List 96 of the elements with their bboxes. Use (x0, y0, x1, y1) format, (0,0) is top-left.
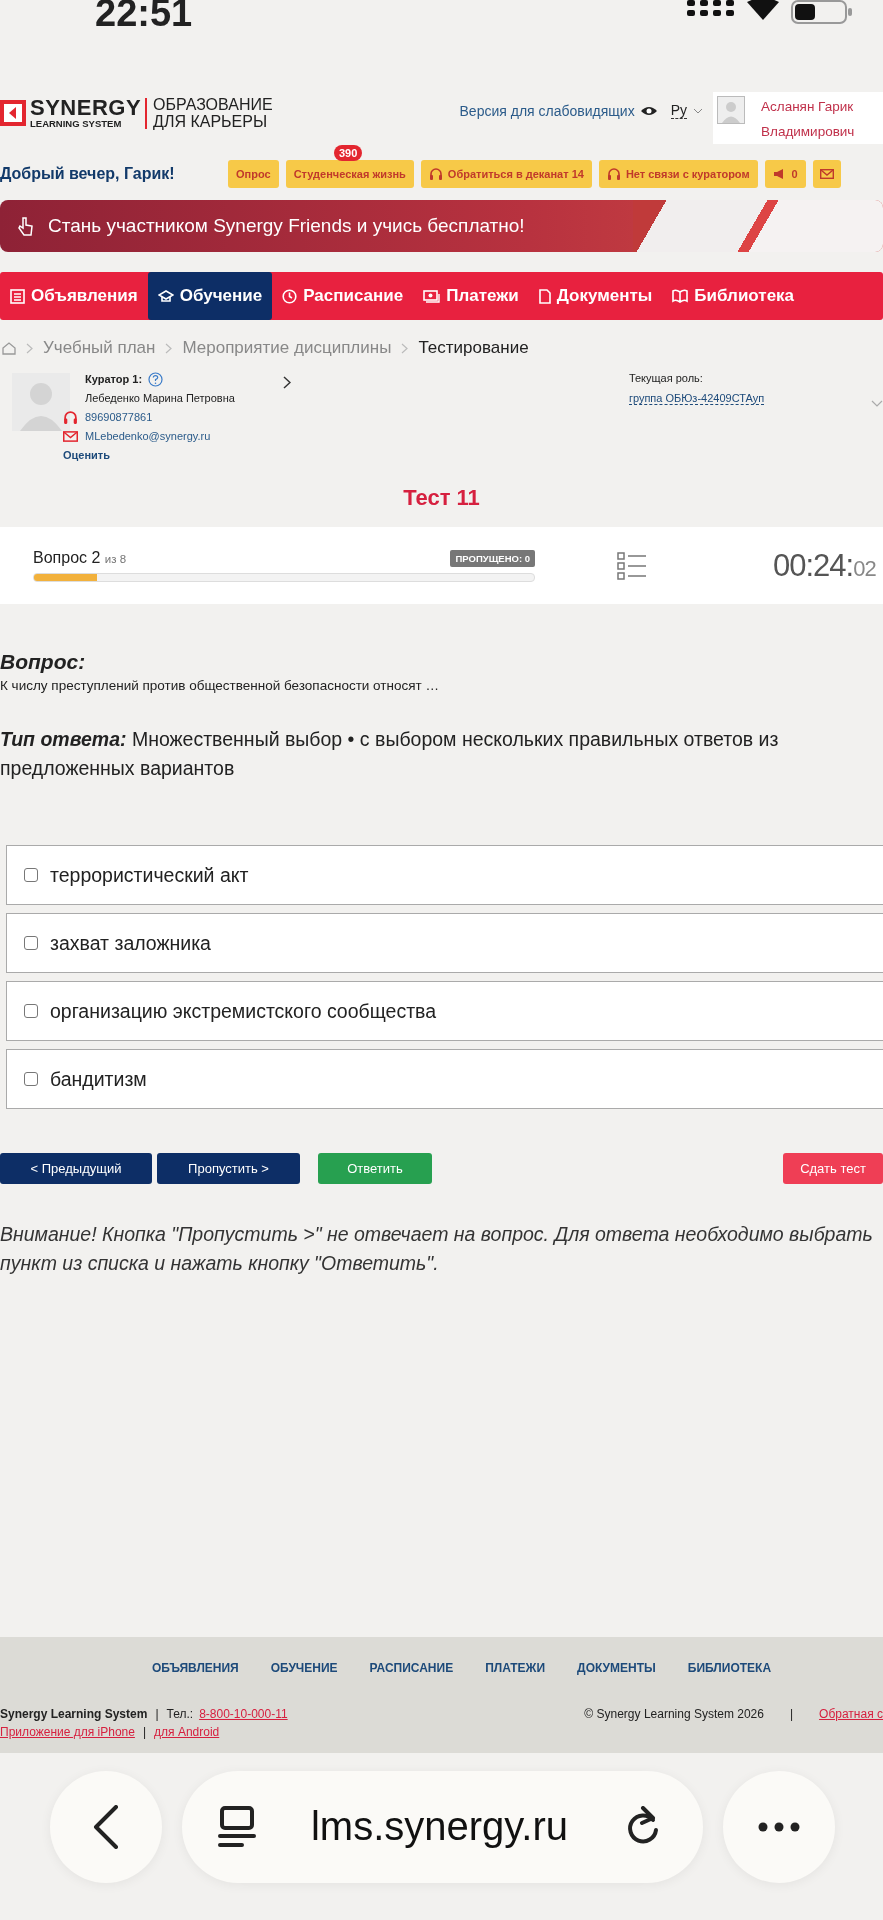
more-dots-icon (758, 1821, 800, 1832)
logo-tagline: ДЛЯ КАРЬЕРЫ (153, 113, 269, 130)
nav-tab[interactable]: Платежи (413, 272, 529, 320)
banknote-icon (423, 289, 441, 303)
avatar-silhouette (12, 373, 70, 431)
headset-icon (606, 167, 621, 181)
footer-link[interactable]: РАСПИСАНИЕ (369, 1661, 454, 1675)
page-menu-icon (218, 1805, 256, 1848)
list-icon (10, 288, 25, 304)
phone-label: Тел.: (166, 1707, 194, 1721)
role-label: Текущая роль: (628, 372, 704, 384)
pointer-hand-icon (16, 215, 34, 237)
answer-option[interactable]: захват заложника (6, 913, 883, 973)
checkbox[interactable] (24, 1072, 38, 1086)
greeting-text: Добрый вечер, Гарик! (0, 165, 176, 183)
nav-tab[interactable]: Обучение (147, 272, 273, 320)
language-selector[interactable]: Ру (670, 102, 687, 119)
battery-icon (791, 0, 853, 24)
action-button[interactable]: Ответить (318, 1153, 432, 1184)
mail-icon (819, 169, 834, 179)
checkbox[interactable] (24, 936, 38, 950)
back-chevron-icon (93, 1804, 119, 1849)
notice-text: Внимание! Кнопка "Пропустить >" не отвечает на вопрос. Для ответа необходимо выбрать пункт из списка и нажать кнопку "Ответить". (0, 1222, 874, 1276)
logo-mark-icon (0, 100, 26, 126)
question-list-icon[interactable] (617, 551, 647, 580)
checkbox[interactable] (24, 868, 38, 882)
footer-link[interactable]: ОБУЧЕНИЕ (270, 1661, 338, 1675)
avatar-icon (717, 96, 745, 124)
nav-tab[interactable]: Библиотека (662, 272, 805, 320)
curator-label: Куратор 1: (85, 372, 143, 387)
nav-tab[interactable]: Расписание (272, 272, 414, 320)
headset-icon (428, 167, 443, 181)
graduation-cap-icon (157, 289, 174, 303)
separator: | (142, 1725, 147, 1739)
accessibility-link[interactable]: Версия для слабовидящих (459, 102, 635, 119)
chevron-right-icon (26, 342, 33, 354)
answer-option[interactable]: бандитизм (6, 1049, 883, 1109)
countdown-timer: 00:24:02 (773, 547, 876, 584)
home-icon[interactable] (2, 341, 16, 355)
wifi-icon (745, 0, 781, 22)
logo-brand: SYNERGY (30, 97, 142, 118)
company-name: Synergy Learning System (0, 1707, 148, 1721)
answer-option[interactable]: организацию экстремистского сообщества (6, 981, 883, 1041)
chevron-right-icon[interactable] (282, 376, 291, 389)
footer-link[interactable]: ПЛАТЕЖИ (485, 1661, 546, 1675)
phone-link[interactable]: 89690877861 (85, 408, 153, 427)
separator: | (789, 1707, 794, 1721)
quick-button[interactable]: Опрос (228, 160, 279, 188)
mail-icon (63, 431, 78, 442)
logo-tagline: ОБРАЗОВАНИЕ (153, 96, 273, 113)
question-heading: Вопрос: (0, 650, 87, 674)
question-counter: Вопрос 2 из 8 (33, 549, 127, 567)
question-text: К числу преступлений против общественной безопасности относят … (0, 678, 440, 693)
chevron-down-icon (693, 107, 703, 114)
action-button[interactable]: Сдать тест (783, 1153, 883, 1184)
email-link[interactable]: MLebedenko@synergy.ru (85, 427, 211, 446)
feedback-link[interactable]: Обратная с (819, 1707, 883, 1721)
nav-tab[interactable]: Объявления (0, 272, 148, 320)
action-button[interactable]: < Предыдущий (0, 1153, 152, 1184)
clock-icon (282, 288, 298, 304)
phone-link[interactable]: 8-800-10-000-11 (199, 1707, 288, 1721)
mail-button[interactable] (812, 160, 841, 188)
eye-icon (640, 105, 657, 116)
promo-banner[interactable]: Стань участником Synergy Friends и учись бесплатно! (0, 200, 883, 252)
footer-link[interactable]: ДОКУМЕНТЫ (577, 1661, 656, 1675)
book-icon (672, 289, 689, 303)
count-badge: 390 (334, 145, 363, 161)
test-title: Тест 11 (402, 485, 481, 512)
clock-time: 22:51 (95, 0, 193, 32)
quick-button[interactable]: Студенческая жизнь (285, 160, 414, 188)
answer-option[interactable]: террористический акт (6, 845, 883, 905)
user-menu[interactable]: Асланян Гарик Владимирович (713, 92, 883, 144)
curator-name: Лебеденко Марина Петровна (85, 391, 235, 406)
logo-subtitle: LEARNING SYSTEM (30, 117, 123, 129)
footer-link[interactable]: БИБЛИОТЕКА (687, 1661, 772, 1675)
skipped-badge: ПРОПУЩЕНО: 0 (450, 549, 535, 567)
help-icon[interactable] (148, 372, 164, 387)
quick-button[interactable]: 0 (764, 160, 806, 188)
footer-link[interactable]: ОБЪЯВЛЕНИЯ (151, 1661, 239, 1675)
action-button[interactable]: Пропустить > (157, 1153, 300, 1184)
separator: | (155, 1707, 159, 1721)
app-link[interactable]: для Android (154, 1725, 220, 1739)
address-bar[interactable]: lms.synergy.ru (182, 1770, 703, 1883)
quick-button[interactable]: Нет связи с куратором (598, 160, 758, 188)
chevron-right-icon (165, 342, 173, 354)
nav-tab[interactable]: Документы (528, 272, 663, 320)
rate-link[interactable]: Оценить (63, 446, 235, 465)
copyright-text: © Synergy Learning System 2026 (584, 1707, 764, 1721)
quick-button[interactable]: Обратиться в деканат 14 (420, 160, 592, 188)
app-link[interactable]: Приложение для iPhone (0, 1725, 135, 1739)
checkbox[interactable] (24, 1004, 38, 1018)
chevron-right-icon (401, 342, 409, 354)
answer-type-text: Тип ответа: Множественный выбор • с выбором нескольких правильных ответов из предложенных вариантов (0, 727, 780, 781)
document-icon (538, 288, 551, 304)
headset-icon (63, 410, 78, 425)
role-selector[interactable]: группа ОБЮз-42409СТАуп (628, 392, 765, 405)
